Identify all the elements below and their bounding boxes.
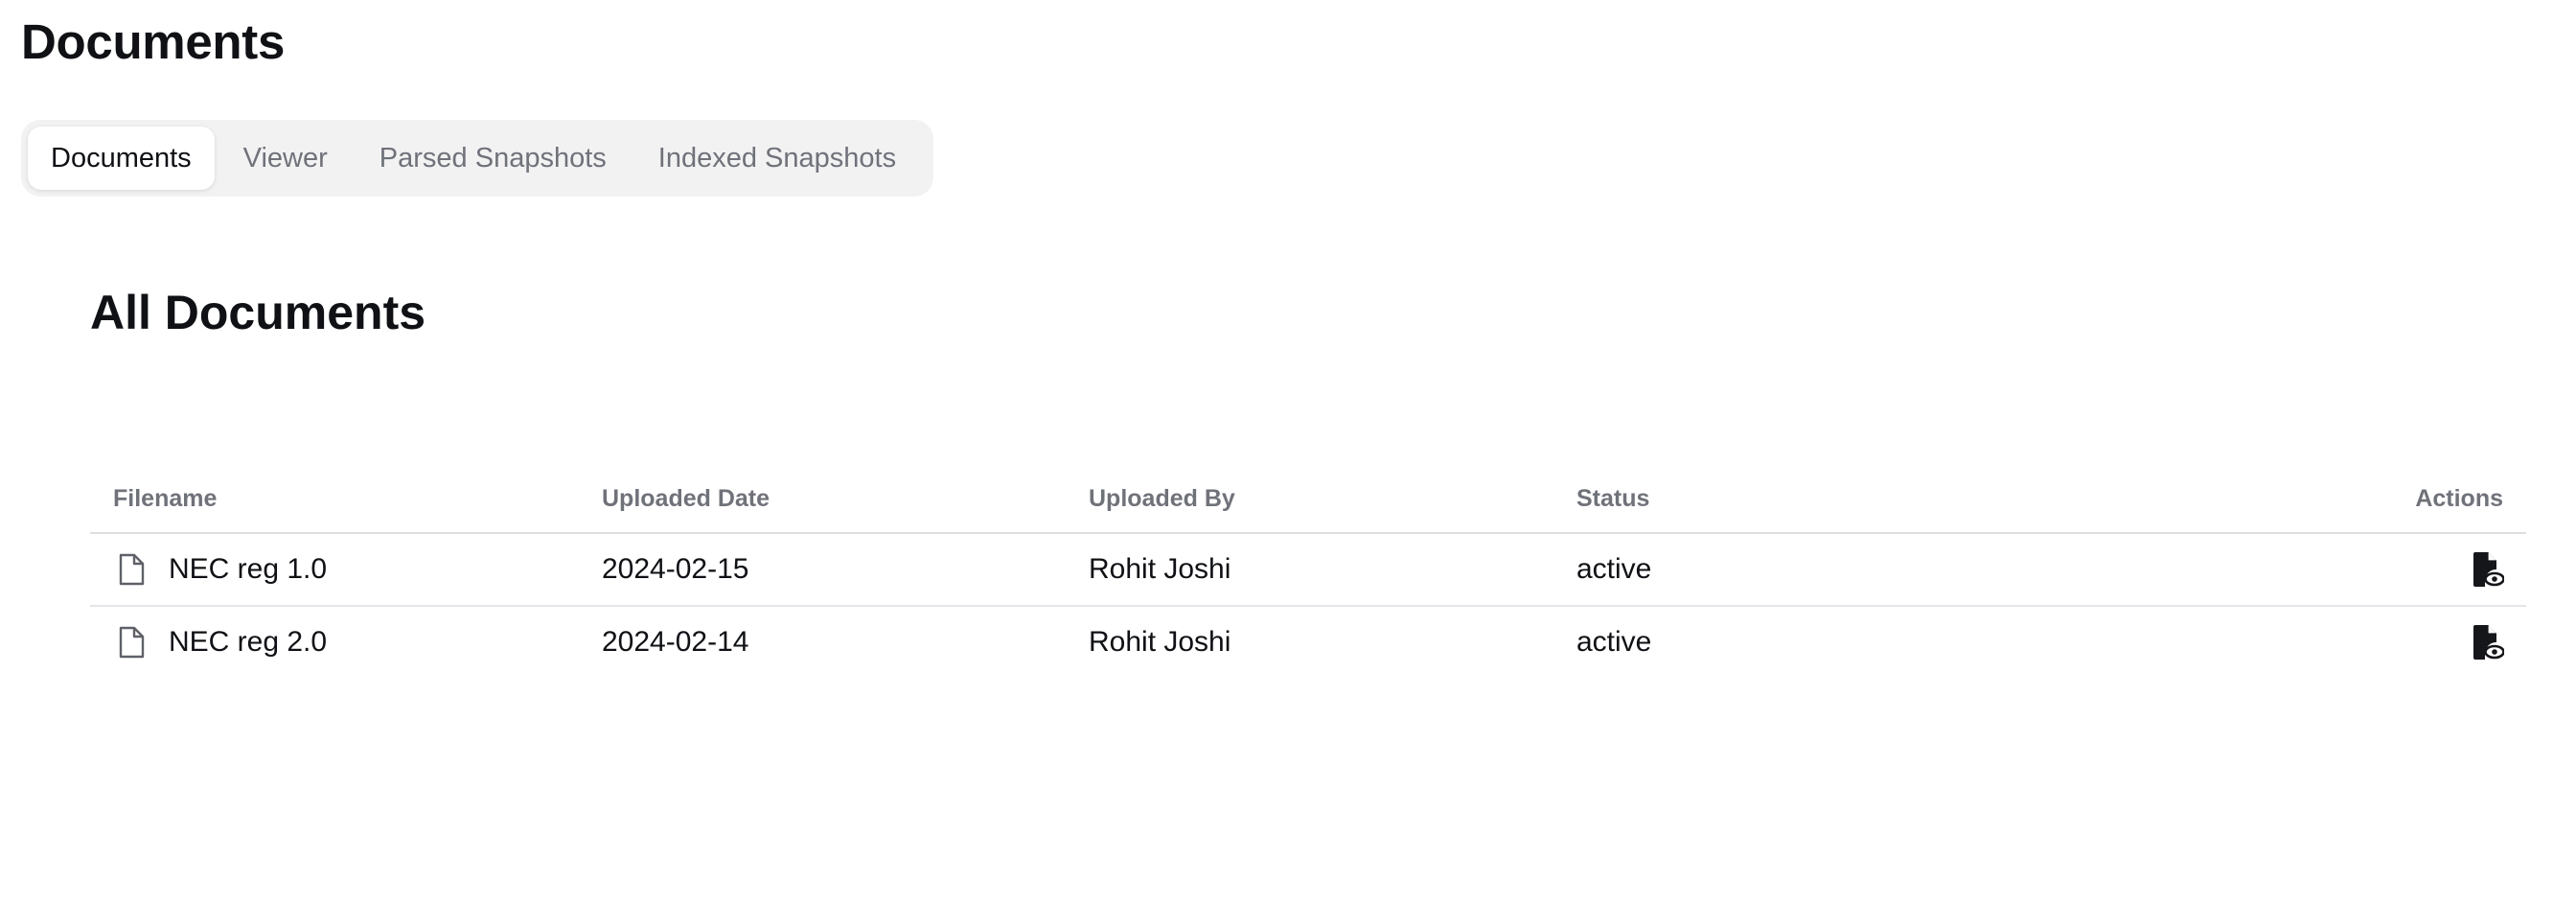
file-icon <box>115 625 148 660</box>
tab-bar: Documents Viewer Parsed Snapshots Indexe… <box>21 120 933 197</box>
view-file-icon[interactable] <box>2469 550 2507 589</box>
uploaded-by-cell: Rohit Joshi <box>1089 553 1231 585</box>
column-header-status[interactable]: Status <box>1576 485 1649 513</box>
file-icon <box>115 552 148 587</box>
column-header-uploaded-by[interactable]: Uploaded By <box>1089 485 1235 513</box>
filename-cell: NEC reg 2.0 <box>115 625 327 660</box>
filename-text[interactable]: NEC reg 2.0 <box>169 626 327 659</box>
documents-table: Filename Uploaded Date Uploaded By Statu… <box>90 465 2526 678</box>
status-cell: active <box>1576 626 1652 658</box>
tab-viewer[interactable]: Viewer <box>220 127 351 190</box>
uploaded-by-cell: Rohit Joshi <box>1089 626 1231 658</box>
table-row[interactable]: NEC reg 1.0 2024-02-15 Rohit Joshi activ… <box>90 534 2526 607</box>
column-header-filename[interactable]: Filename <box>113 485 217 513</box>
column-header-uploaded-date[interactable]: Uploaded Date <box>602 485 770 513</box>
column-header-actions: Actions <box>2415 484 2503 512</box>
table-row[interactable]: NEC reg 2.0 2024-02-14 Rohit Joshi activ… <box>90 607 2526 678</box>
uploaded-date-cell: 2024-02-15 <box>602 553 749 585</box>
view-file-icon[interactable] <box>2469 623 2507 661</box>
page-title: Documents <box>21 14 286 69</box>
section-title: All Documents <box>90 286 426 339</box>
tab-parsed-snapshots[interactable]: Parsed Snapshots <box>356 127 630 190</box>
status-cell: active <box>1576 553 1652 585</box>
filename-text[interactable]: NEC reg 1.0 <box>169 553 327 586</box>
tab-documents[interactable]: Documents <box>28 127 215 190</box>
table-header-row: Filename Uploaded Date Uploaded By Statu… <box>90 465 2526 534</box>
filename-cell: NEC reg 1.0 <box>115 552 327 587</box>
tab-indexed-snapshots[interactable]: Indexed Snapshots <box>635 127 919 190</box>
uploaded-date-cell: 2024-02-14 <box>602 626 749 658</box>
